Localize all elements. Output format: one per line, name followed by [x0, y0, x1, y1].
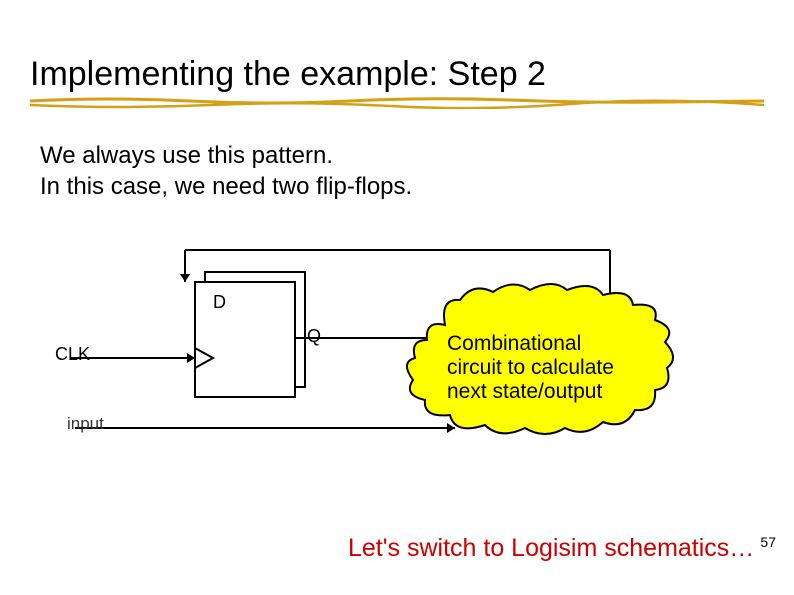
cloud-line-2: circuit to calculate — [447, 356, 614, 380]
page-number: 57 — [760, 534, 776, 550]
diagram-svg — [55, 240, 735, 450]
body-line-1: We always use this pattern. — [40, 140, 412, 171]
cloud-line-3: next state/output — [447, 380, 614, 404]
clk-label: CLK — [55, 344, 90, 365]
title-underline-decoration — [30, 95, 764, 109]
body-line-2: In this case, we need two flip-flops. — [40, 171, 412, 202]
input-label: input — [67, 414, 104, 434]
q-output-label: Q — [307, 326, 321, 347]
cloud-line-1: Combinational — [447, 332, 614, 356]
body-text: We always use this pattern. In this case… — [40, 140, 412, 202]
cloud-text: Combinational circuit to calculate next … — [447, 332, 614, 404]
d-input-label: D — [213, 292, 226, 313]
circuit-diagram: D Q CLK input Combinational circuit to c… — [55, 240, 735, 450]
page-title: Implementing the example: Step 2 — [30, 55, 546, 94]
footer-text: Let's switch to Logisim schematics… — [348, 534, 754, 563]
